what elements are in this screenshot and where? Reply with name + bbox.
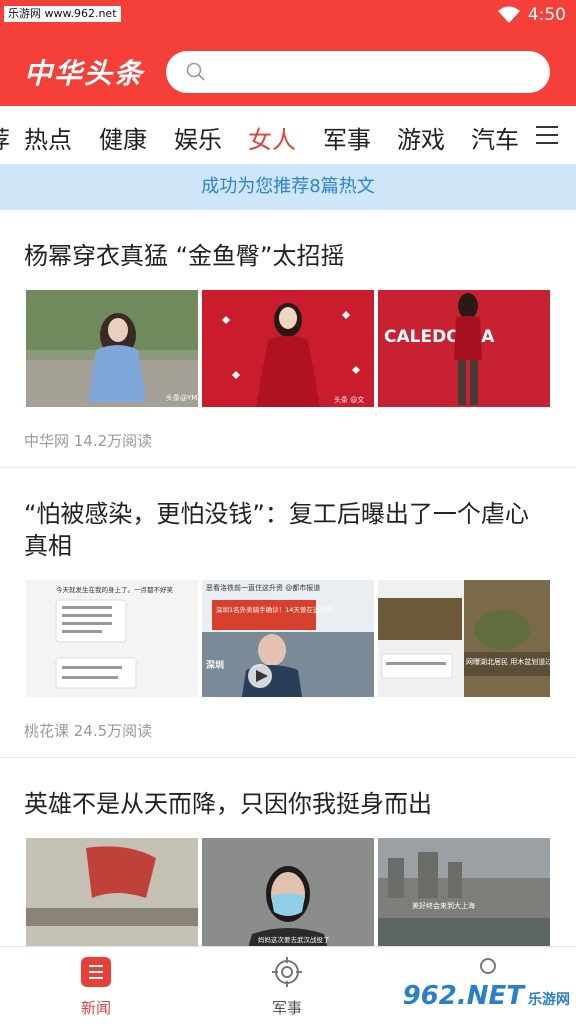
article-meta: 桃花课 24.5万阅读 [24,722,153,740]
article-image[interactable]: 妈妈这次要去武汉战役了 [202,838,374,955]
site-label: 乐游网 www.962.net [4,6,121,22]
article-card[interactable]: 杨幂穿衣真猛 “金鱼臀”太招摇 头条@YMFU [0,230,576,468]
crosshair-icon [272,957,302,987]
news-icon [81,957,111,987]
watermark-main: 962.NET [402,981,524,1011]
tab-health[interactable]: 健康 [99,120,147,155]
article-image[interactable]: 头条@YMFU [26,290,198,407]
image-caption: 美好终会来到大上海 [412,901,475,910]
app-logo: 中华头条 [24,57,145,90]
app-screen: 乐游网 www.962.net 4:50 中华头条 荐 热点 健康 娱乐 女人 … [0,0,576,1024]
status-bar: 乐游网 www.962.net 4:50 [0,0,576,30]
article-image[interactable]: 恶看洛铁前一直住这升资 @都市报道 深圳1名外卖骑手确诊！14天曾在送外卖 深圳 [202,580,374,697]
image-caption: 恶看洛铁前一直住这升资 @都市报道 [206,583,320,592]
article-card[interactable]: “怕被感染，更怕没钱”：复工后曝出了一个虐心真相 今天就发生在我的身上了。一点都… [0,468,576,758]
nav-label: 新闻 [80,999,111,1017]
article-thumbnails: 头条@YMFU 头条 @文 CALEDONIA [26,290,550,407]
image-caption: 深圳 [206,659,224,671]
tab-military[interactable]: 军事 [323,120,371,155]
tab-women[interactable]: 女人 [248,120,296,155]
menu-icon[interactable] [536,126,558,144]
article-thumbnails: 今天就发生在我的身上了。一点都不好笑 恶看洛铁前一直住这升资 @都市报道 深圳1… [26,580,550,697]
recommend-banner: 成功为您推荐8篇热文 [0,164,576,210]
search-input[interactable] [166,51,550,93]
image-caption: 网曝湖北居民 用木盆划道过江回九江 [466,657,550,666]
article-image[interactable]: 今天就发生在我的身上了。一点都不好笑 [26,580,198,697]
nav-label: 军事 [271,999,302,1017]
tab-entertainment[interactable]: 娱乐 [174,120,222,155]
tab-recommend[interactable]: 荐 [0,120,10,155]
image-caption: 头条 @文 [334,395,364,404]
article-thumbnails: 妈妈这次要去武汉战役了 美好终会来到大上海 [26,838,550,955]
nav-military[interactable]: 军事 [247,957,327,1018]
search-icon [186,62,205,81]
tab-cars[interactable]: 汽车 [471,120,519,155]
watermark: 962.NET 乐游网 [403,981,570,1011]
tab-hot[interactable]: 热点 [24,120,72,155]
image-caption: 妈妈这次要去武汉战役了 [258,935,330,944]
article-image[interactable] [26,838,198,955]
article-card[interactable]: 英雄不是从天而降，只因你我挺身而出 妈妈这次要去武汉战役了 美好终会来到大上海 [0,758,576,958]
status-icons: 4:50 [497,4,566,26]
tab-games[interactable]: 游戏 [397,120,445,155]
article-title[interactable]: 英雄不是从天而降，只因你我挺身而出 [24,788,552,820]
wifi-icon [497,6,520,23]
article-image[interactable]: 头条 @文 [202,290,374,407]
image-caption: 今天就发生在我的身上了。一点都不好笑 [56,585,174,594]
article-title[interactable]: 杨幂穿衣真猛 “金鱼臀”太招摇 [24,240,552,272]
status-time: 4:50 [527,5,566,25]
article-meta: 中华网 14.2万阅读 [24,432,153,450]
article-image[interactable]: 网曝湖北居民 用木盆划道过江回九江 [378,580,550,697]
channel-tabs: 荐 热点 健康 娱乐 女人 军事 游戏 汽车 [0,106,576,164]
image-caption: 深圳1名外卖骑手确诊！14天曾在送外卖 [216,605,333,614]
bottom-nav: 新闻 军事 962.NET 乐游网 [0,946,576,1024]
article-image[interactable]: 美好终会来到大上海 [378,838,550,955]
image-caption: 头条@YMFU [166,393,198,402]
article-title[interactable]: “怕被感染，更怕没钱”：复工后曝出了一个虐心真相 [24,498,552,562]
watermark-sub: 乐游网 [528,992,570,1008]
nav-news[interactable]: 新闻 [56,957,136,1018]
article-image[interactable]: CALEDONIA [378,290,550,407]
app-header: 中华头条 [0,30,576,106]
